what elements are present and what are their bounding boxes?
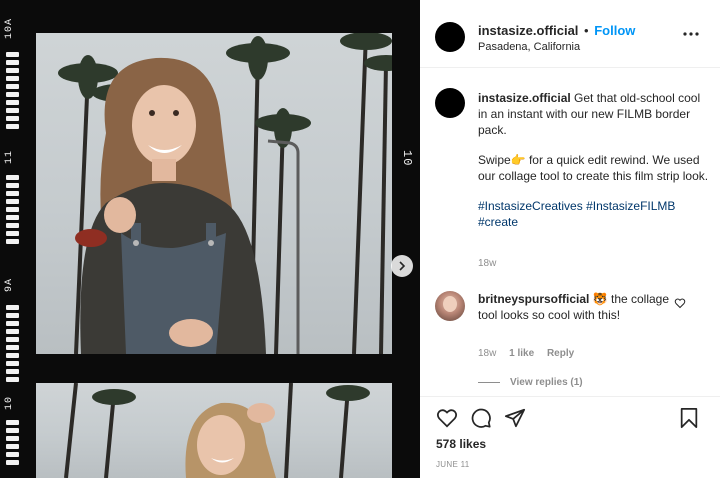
author-username[interactable]: instasize.official — [478, 23, 578, 38]
post-media[interactable]: 10A 11 9A 10 10 — [0, 0, 420, 478]
film-edge-label: 10 — [4, 396, 15, 411]
comment-text: britneyspursofficial 🐯 the collage tool … — [478, 291, 678, 323]
comment-meta: 18w 1 like Reply — [478, 348, 584, 359]
avatar[interactable] — [435, 88, 465, 118]
view-replies-label: View replies (1) — [510, 377, 583, 388]
comment-timestamp: 18w — [478, 348, 497, 359]
heart-icon[interactable] — [674, 297, 686, 309]
comment-icon[interactable] — [470, 407, 492, 429]
photo-frame-main — [36, 33, 392, 354]
pointing-hand-emoji: 👉 — [510, 153, 526, 167]
film-sprockets — [6, 52, 20, 132]
hashtag-link[interactable]: #InstasizeFILMB — [586, 199, 675, 213]
likes-count[interactable]: 578 likes — [436, 437, 486, 451]
film-sprockets — [6, 175, 20, 247]
post-header: instasize.official • Follow Pasadena, Ca… — [420, 0, 720, 68]
bookmark-icon[interactable] — [678, 407, 700, 429]
chevron-right-icon — [399, 261, 406, 271]
film-sprockets — [6, 305, 20, 385]
share-icon[interactable] — [504, 407, 526, 429]
hashtag-link[interactable]: #InstasizeCreatives — [478, 199, 583, 213]
caption-line-2a: Swipe — [478, 153, 511, 167]
film-edge-label: 10A — [4, 18, 15, 40]
film-edge-label: 9A — [4, 278, 15, 293]
photo-woman-smiling — [58, 33, 392, 354]
comment-likes[interactable]: 1 like — [509, 348, 534, 359]
avatar[interactable] — [435, 22, 465, 52]
avatar[interactable] — [435, 291, 465, 321]
caption-username[interactable]: instasize.official — [478, 91, 571, 105]
separator-dot: • — [584, 23, 589, 38]
reply-button[interactable]: Reply — [547, 348, 574, 359]
follow-button[interactable]: Follow — [594, 23, 635, 38]
film-strip-edge: 10A 11 9A 10 — [0, 0, 28, 478]
post-location[interactable]: Pasadena, California — [478, 41, 580, 53]
frame-number: 10 — [400, 150, 414, 167]
more-options-icon[interactable] — [682, 29, 700, 39]
post-date: JUNE 11 — [436, 460, 470, 469]
photo-frame-second — [36, 383, 392, 478]
film-sprockets — [6, 420, 20, 468]
post-actions: 578 likes JUNE 11 — [420, 396, 720, 478]
hashtag-link[interactable]: #create — [478, 215, 518, 229]
replies-divider — [478, 381, 500, 383]
tiger-emoji: 🐯 — [592, 292, 608, 306]
photo-woman-laughing — [64, 383, 370, 478]
heart-icon[interactable] — [436, 407, 458, 429]
comment-username[interactable]: britneyspursofficial — [478, 292, 589, 306]
caption-timestamp: 18w — [478, 258, 497, 269]
next-slide-button[interactable] — [391, 255, 413, 277]
caption-text: instasize.official Get that old-school c… — [478, 90, 710, 244]
post-panel: instasize.official • Follow Pasadena, Ca… — [420, 0, 720, 478]
view-replies-button[interactable]: View replies (1) — [478, 377, 583, 388]
post-author-line: instasize.official • Follow — [478, 23, 635, 38]
film-edge-label: 11 — [4, 150, 15, 165]
